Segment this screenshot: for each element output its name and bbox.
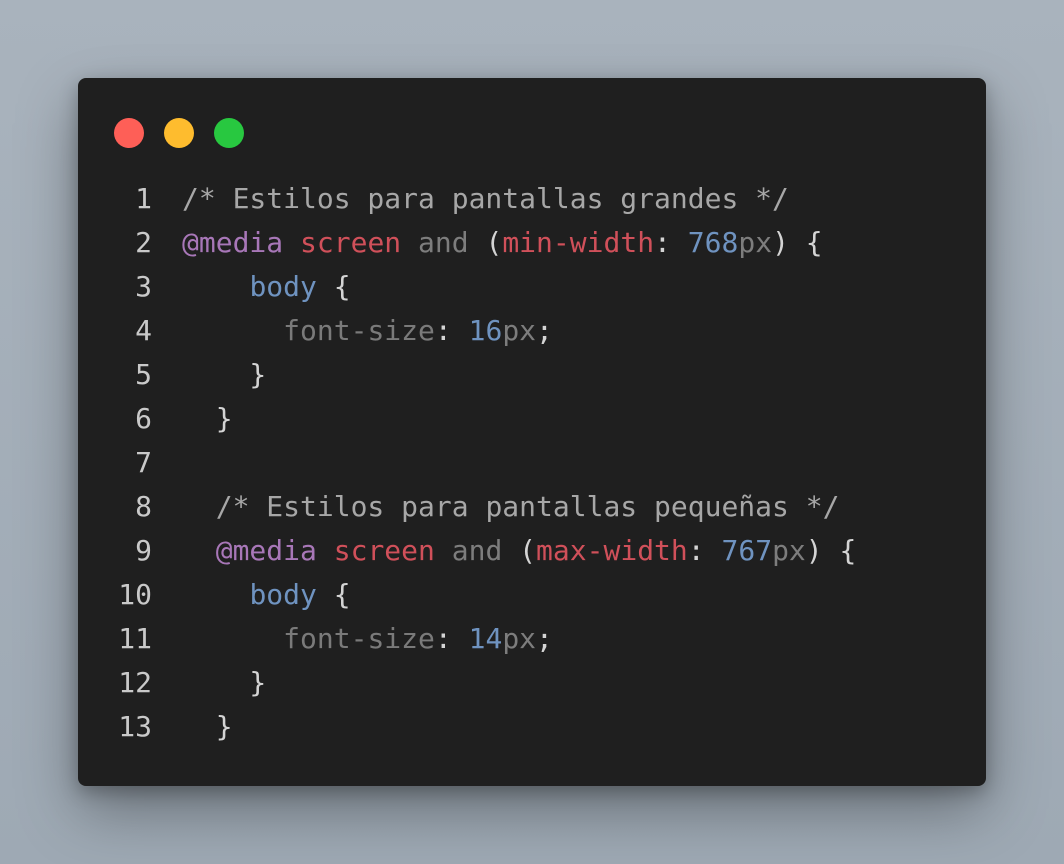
line-source: @media screen and (min-width: 768px) { <box>182 221 823 265</box>
line-number: 7 <box>135 446 152 479</box>
line-number: 2 <box>135 226 152 259</box>
code-token: ( <box>468 226 503 259</box>
window-controls <box>114 118 244 148</box>
code-token: ; <box>536 622 553 655</box>
code-token: } <box>182 402 233 435</box>
line-number: 3 <box>135 270 152 303</box>
code-token: 767 <box>721 534 773 567</box>
code-token: body <box>249 270 317 303</box>
line-number: 12 <box>118 666 152 699</box>
code-token: min-width <box>502 226 655 259</box>
line-number: 10 <box>118 578 152 611</box>
code-token: screen <box>300 226 402 259</box>
code-token: { <box>316 578 351 611</box>
line-number: 6 <box>135 402 152 435</box>
code-token: and <box>451 534 503 567</box>
code-token: px <box>772 534 806 567</box>
line-source: } <box>182 397 233 441</box>
code-token: : <box>434 314 469 347</box>
line-source: body { <box>182 265 351 309</box>
code-token: font-size <box>283 622 435 655</box>
line-number: 9 <box>135 534 152 567</box>
code-token: px <box>502 622 537 655</box>
line-source: font-size: 14px; <box>182 617 553 661</box>
code-token: ( <box>502 534 537 567</box>
line-number: 11 <box>118 622 152 655</box>
line-number: 13 <box>118 710 152 743</box>
code-token: 14 <box>468 622 503 655</box>
code-token: /* Estilos para pantallas grandes */ <box>182 182 789 215</box>
code-token: and <box>418 226 469 259</box>
line-number: 1 <box>135 182 152 215</box>
code-token: max-width <box>536 534 688 567</box>
code-token: body <box>249 578 317 611</box>
code-token: px <box>738 226 773 259</box>
code-token: } <box>182 710 233 743</box>
code-token: @media <box>215 534 317 567</box>
line-number: 8 <box>135 490 152 523</box>
code-token: ) { <box>772 226 823 259</box>
code-token: 16 <box>468 314 503 347</box>
code-token: font-size <box>283 314 435 347</box>
code-window: 1 /* Estilos para pantallas grandes */ 2 @m… <box>78 78 986 786</box>
line-source: /* Estilos para pantallas grandes */ <box>182 177 789 221</box>
code-token: { <box>316 270 351 303</box>
code-token: screen <box>333 534 435 567</box>
code-token: /* Estilos para pantallas pequeñas */ <box>215 490 840 523</box>
code-token: } <box>182 358 267 391</box>
code-token: 768 <box>687 226 739 259</box>
line-source: } <box>182 661 266 705</box>
code-token: } <box>182 666 267 699</box>
line-source: body { <box>182 573 351 617</box>
code-token: @media <box>182 226 284 259</box>
line-source: } <box>182 353 266 397</box>
code-token: ) { <box>805 534 857 567</box>
line-number: 5 <box>135 358 152 391</box>
code-token: px <box>502 314 537 347</box>
code-token: : <box>434 622 469 655</box>
close-dot[interactable] <box>114 118 144 148</box>
line-source: font-size: 16px; <box>182 309 553 353</box>
maximize-dot[interactable] <box>214 118 244 148</box>
code-token: : <box>654 226 688 259</box>
line-number: 4 <box>135 314 152 347</box>
line-source: /* Estilos para pantallas pequeñas */ <box>182 485 840 529</box>
minimize-dot[interactable] <box>164 118 194 148</box>
code-token: : <box>687 534 722 567</box>
line-source: @media screen and (max-width: 767px) { <box>182 529 857 573</box>
line-source: } <box>182 705 233 749</box>
code-token: ; <box>536 314 553 347</box>
